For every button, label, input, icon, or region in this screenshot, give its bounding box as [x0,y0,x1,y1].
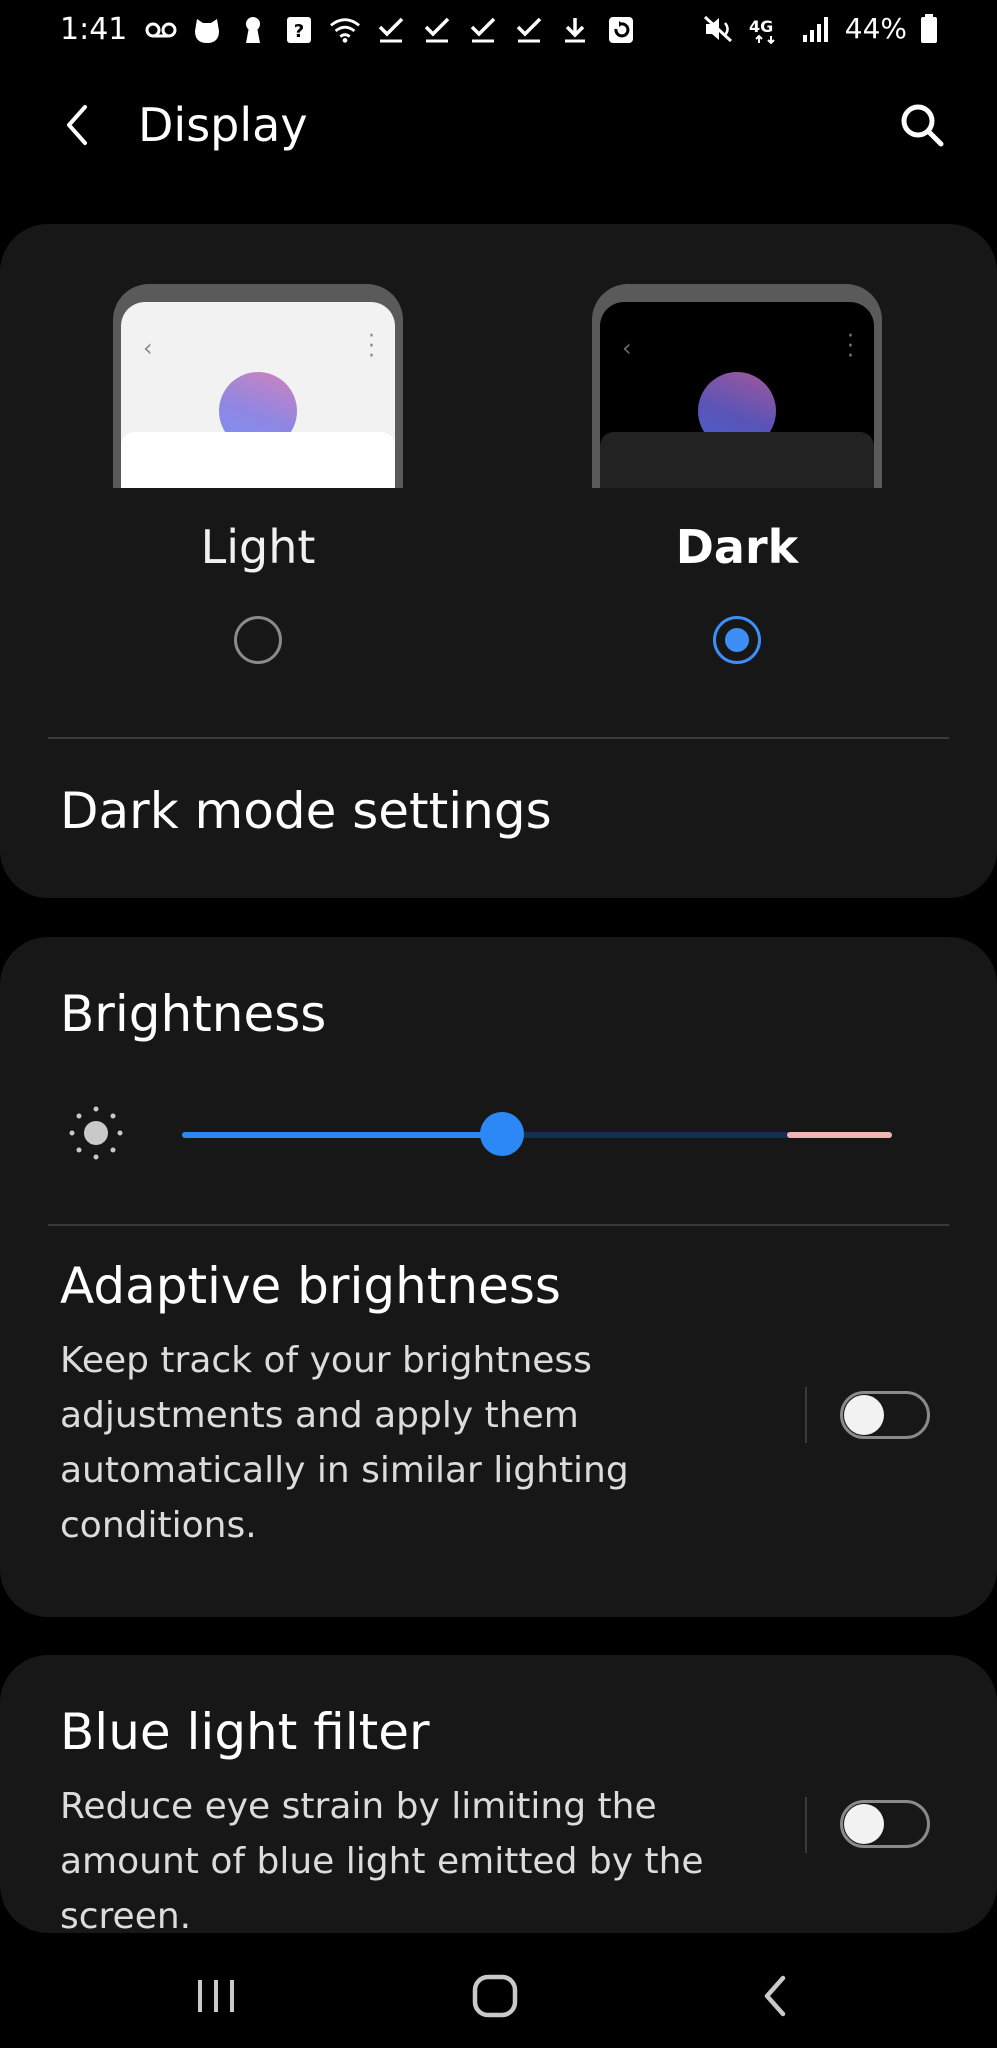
status-time: 1:41 [60,12,128,47]
alien-icon [191,14,223,46]
sync-icon [605,14,637,46]
download-icon [559,14,591,46]
adaptive-brightness-title: Adaptive brightness [60,1257,561,1315]
search-icon [901,104,944,147]
check-icon [467,14,499,46]
dark-theme-preview: ‹ · · · [592,284,882,488]
adaptive-brightness-item[interactable]: Adaptive brightness Keep track of your b… [0,1237,997,1597]
adaptive-brightness-description: Keep track of your brightness adjustment… [60,1340,629,1546]
dark-theme-radio[interactable] [713,616,761,664]
notification-icons: ? [145,14,637,46]
divider [48,1224,949,1226]
dark-theme-option[interactable]: ‹ · · · Dark [587,284,887,684]
preview-sheet [600,432,874,488]
adaptive-brightness-toggle[interactable] [840,1391,930,1439]
system-icons: 4G 44% [703,12,939,45]
preview-back-icon: ‹ [622,334,632,362]
battery-icon [919,13,939,45]
svg-text:4G: 4G [749,17,773,36]
signal-icon [801,13,833,45]
dark-theme-label: Dark [675,520,799,574]
light-theme-radio[interactable] [234,616,282,664]
brightness-slider[interactable] [182,1112,892,1156]
mute-vibrate-icon [703,13,735,45]
chevron-left-icon [67,105,87,145]
home-button[interactable] [465,1968,525,2024]
app-header: Display [0,80,997,170]
battery-percentage: 44% [844,12,907,45]
voicemail-icon [145,14,177,46]
light-theme-preview: ‹ · · · [113,284,403,488]
recent-apps-icon [198,1980,234,2012]
toggle-separator [805,1387,807,1443]
slider-fill [182,1132,502,1138]
wifi-question-icon [329,14,361,46]
preview-sheet [121,432,395,488]
check-icon [375,14,407,46]
blue-light-filter-item[interactable]: Blue light filter Reduce eye strain by l… [0,1655,997,1933]
preview-more-icon: · · · [847,324,854,369]
blue-light-filter-toggle[interactable] [840,1800,930,1848]
navigation-bar [0,1940,997,2048]
light-preview-screen: ‹ · · · [121,302,395,488]
dark-preview-screen: ‹ · · · [600,302,874,488]
preview-back-icon: ‹ [143,334,153,362]
blue-light-filter-title: Blue light filter [60,1703,430,1761]
page-title: Display [138,98,308,152]
brightness-title: Brightness [60,985,327,1043]
keyhole-icon [237,14,269,46]
help-box-icon: ? [283,14,315,46]
light-theme-option[interactable]: ‹ · · · Light [108,284,408,684]
check-icon [421,14,453,46]
divider [48,737,949,739]
preview-more-icon: · · · [368,324,375,369]
toggle-separator [805,1797,807,1853]
slider-thumb[interactable] [480,1112,524,1156]
dark-mode-settings-item[interactable]: Dark mode settings [60,782,940,862]
sun-icon [69,1106,123,1160]
brightness-card: Brightness Adaptive brightness Keep trac… [0,937,997,1617]
toggle-knob [844,1395,884,1435]
theme-card: ‹ · · · Light ‹ · · · Dark Dark mode setting… [0,224,997,898]
back-button[interactable] [52,100,102,150]
blue-light-filter-description: Reduce eye strain by limiting the amount… [60,1786,704,1933]
search-button[interactable] [897,100,947,150]
svg-text:?: ? [294,21,304,42]
network-4g-icon: 4G [747,13,789,45]
blue-light-filter-card: Blue light filter Reduce eye strain by l… [0,1655,997,1933]
back-icon [764,1975,786,2017]
recent-apps-button[interactable] [186,1968,246,2024]
light-theme-label: Light [200,520,316,574]
check-icon [513,14,545,46]
toggle-knob [844,1804,884,1844]
home-icon [472,1974,518,2018]
slider-extra-range [787,1132,892,1138]
nav-back-button[interactable] [745,1968,805,2024]
status-bar: 1:41 ? 4G 44% [0,0,997,62]
